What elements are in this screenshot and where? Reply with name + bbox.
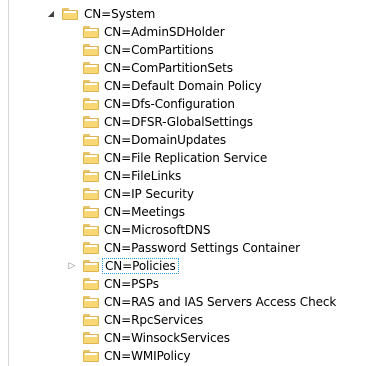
tree-node-label: CN=RAS and IAS Servers Access Check <box>104 295 337 309</box>
tree-node-label: CN=DomainUpdates <box>104 133 227 147</box>
tree-node-label: CN=RpcServices <box>104 313 204 327</box>
tree-node-label: CN=Meetings <box>104 205 185 219</box>
tree-node-label: CN=IP Security <box>104 187 194 201</box>
folder-icon <box>83 314 99 326</box>
folder-icon <box>83 116 99 128</box>
folder-icon <box>83 98 99 110</box>
tree-node-label: CN=DFSR-GlobalSettings <box>104 115 253 129</box>
folder-icon <box>83 26 99 38</box>
folder-icon <box>83 350 99 362</box>
tree-node[interactable]: CN=Dfs-Configuration <box>0 95 380 113</box>
tree-node[interactable]: CN=ComPartitionSets <box>0 59 380 77</box>
folder-icon <box>83 188 99 200</box>
folder-icon <box>83 224 99 236</box>
tree-node[interactable]: CN=Meetings <box>0 203 380 221</box>
tree-node[interactable]: CN=RpcServices <box>0 311 380 329</box>
folder-icon <box>83 206 99 218</box>
tree-node[interactable]: CN=AdminSDHolder <box>0 23 380 41</box>
folder-icon <box>83 332 99 344</box>
folder-icon <box>83 62 99 74</box>
tree-node-system[interactable]: ◢ CN=System <box>0 5 380 23</box>
folder-icon <box>83 296 99 308</box>
folder-icon <box>83 134 99 146</box>
tree-node[interactable]: CN=WMIPolicy <box>0 347 380 365</box>
tree-node[interactable]: CN=FileLinks <box>0 167 380 185</box>
tree-node-label: CN=File Replication Service <box>104 151 268 165</box>
tree-view: ◢ CN=System CN=AdminSDHolder CN=ComPartit… <box>0 0 380 366</box>
tree-node-label: CN=WinsockServices <box>104 331 230 345</box>
tree-node[interactable]: CN=WinsockServices <box>0 329 380 347</box>
chevron-collapsed-icon[interactable]: ▷ <box>67 257 77 275</box>
tree-node-label: CN=Password Settings Container <box>104 241 300 255</box>
tree-node[interactable]: CN=DFSR-GlobalSettings <box>0 113 380 131</box>
tree-node-label: CN=FileLinks <box>104 169 182 183</box>
folder-icon <box>83 152 99 164</box>
tree-node-label: CN=ComPartitions <box>104 43 214 57</box>
chevron-expanded-icon[interactable]: ◢ <box>46 5 56 23</box>
folder-icon <box>83 170 99 182</box>
tree-node[interactable]: CN=DomainUpdates <box>0 131 380 149</box>
tree-node-label-selected: CN=Policies <box>102 258 179 274</box>
tree-node[interactable]: ▷ CN=Policies <box>0 257 380 275</box>
tree-node-label: CN=Default Domain Policy <box>104 79 262 93</box>
tree-node-label: CN=PSPs <box>104 277 159 291</box>
tree-node-label: CN=System <box>84 7 156 21</box>
tree-node-label: CN=Dfs-Configuration <box>104 97 235 111</box>
tree-node[interactable]: CN=MicrosoftDNS <box>0 221 380 239</box>
tree-node-label: CN=AdminSDHolder <box>104 25 225 39</box>
tree-node[interactable]: CN=Default Domain Policy <box>0 77 380 95</box>
folder-icon <box>83 80 99 92</box>
tree-node[interactable]: CN=File Replication Service <box>0 149 380 167</box>
tree-node-label: CN=MicrosoftDNS <box>104 223 211 237</box>
tree-node[interactable]: CN=ComPartitions <box>0 41 380 59</box>
folder-icon <box>83 44 99 56</box>
tree-node-label: CN=WMIPolicy <box>104 349 191 363</box>
tree-node[interactable]: CN=RAS and IAS Servers Access Check <box>0 293 380 311</box>
tree-node[interactable]: CN=IP Security <box>0 185 380 203</box>
tree-node-label: CN=ComPartitionSets <box>104 61 233 75</box>
folder-icon <box>83 278 99 290</box>
tree-node[interactable]: CN=PSPs <box>0 275 380 293</box>
folder-icon <box>83 242 99 254</box>
tree-node[interactable]: CN=Password Settings Container <box>0 239 380 257</box>
folder-icon <box>83 260 99 272</box>
folder-icon <box>62 8 78 20</box>
